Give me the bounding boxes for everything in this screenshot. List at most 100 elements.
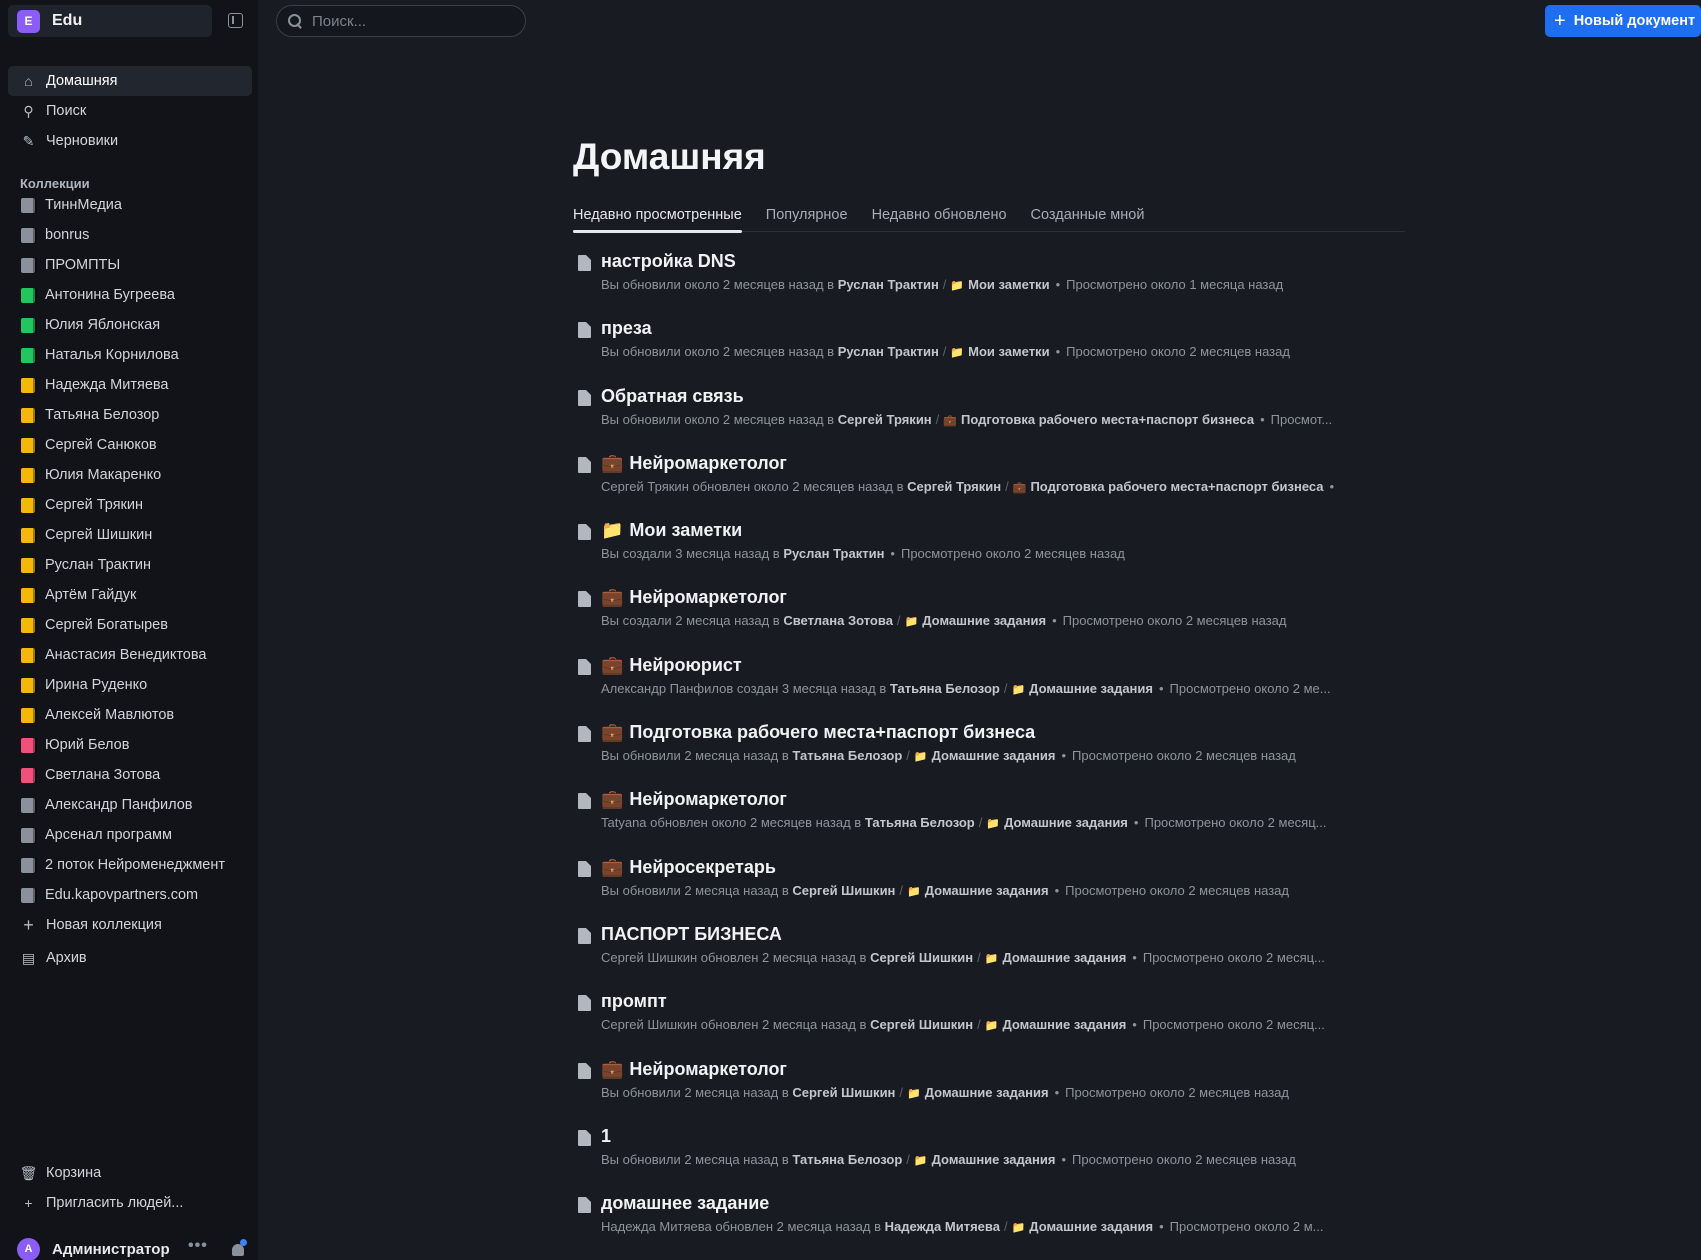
document-collection[interactable]: Сергей Шишкин [870,1017,973,1032]
sidebar-item-collection[interactable]: Артём Гайдук [8,580,252,610]
document-item[interactable]: 💼 Нейромаркетолог Tatyana обновлен около 2… [573,785,1413,852]
sidebar-item-collection[interactable]: ТиннМедиа [8,190,252,220]
sidebar-item-collection[interactable]: Светлана Зотова [8,760,252,790]
document-collection[interactable]: Сергей Трякин [907,479,1001,494]
document-folder[interactable]: Домашние задания [922,613,1046,628]
document-folder[interactable]: Домашние задания [1002,1017,1126,1032]
sidebar-toggle-icon[interactable] [228,13,243,28]
sidebar-item-collection[interactable]: Надежда Митяева [8,370,252,400]
user-profile[interactable]: A Администратор ••• [8,1234,252,1260]
sidebar-item-search[interactable]: ⚲ Поиск [8,96,252,126]
sidebar-item-archive[interactable]: ▤ Архив [8,943,252,973]
document-item[interactable]: 💼 Нейромаркетолог Сергей Трякин обновлен о… [573,449,1413,516]
sidebar-item-trash[interactable]: 🗑 Корзина [8,1158,252,1188]
document-folder[interactable]: Подготовка рабочего места+паспорт бизнес… [961,412,1254,427]
document-collection[interactable]: Татьяна Белозор [865,815,975,830]
sidebar-item-collection[interactable]: Алексей Мавлютов [8,700,252,730]
document-title[interactable]: 💼 Нейросекретарь [601,857,776,878]
document-collection[interactable]: Надежда Митяева [885,1219,1000,1234]
sidebar-item-collection[interactable]: Юлия Макаренко [8,460,252,490]
document-collection[interactable]: Сергей Шишкин [870,950,973,965]
tab-1[interactable]: Популярное [766,204,848,232]
document-collection[interactable]: Светлана Зотова [783,613,893,628]
search-input[interactable] [312,12,502,30]
document-item[interactable]: 💼 Подготовка рабочего места+паспорт бизне… [573,718,1413,785]
document-item[interactable]: преза Вы обновили около 2 месяцев назад в… [573,314,1413,381]
sidebar-item-collection[interactable]: Арсенал программ [8,820,252,850]
tab-3[interactable]: Созданные мной [1031,204,1145,232]
sidebar-item-collection[interactable]: Анастасия Венедиктова [8,640,252,670]
document-item[interactable]: домашнее задание Надежда Митяева обновлен… [573,1189,1413,1256]
sidebar-item-edit[interactable]: ✎ Черновики [8,126,252,156]
sidebar-item-home[interactable]: ⌂ Домашняя [8,66,252,96]
team-switcher[interactable]: E Edu [8,5,212,37]
sidebar-item-collection[interactable]: Сергей Богатырев [8,610,252,640]
document-folder[interactable]: Подготовка рабочего места+паспорт бизнес… [1030,479,1323,494]
document-title[interactable]: преза [601,318,652,339]
sidebar-item-collection[interactable]: Юрий Белов [8,730,252,760]
document-item[interactable]: настройка DNS Вы обновили около 2 месяцев… [573,247,1413,314]
sidebar-item-collection[interactable]: Сергей Санюков [8,430,252,460]
document-folder[interactable]: Домашние задания [932,748,1056,763]
document-title[interactable]: промпт [601,991,667,1012]
document-title[interactable]: домашнее задание [601,1193,769,1214]
document-title[interactable]: 💼 Нейроюрист [601,655,742,676]
document-collection[interactable]: Татьяна Белозор [792,748,902,763]
document-title[interactable]: 💼 Подготовка рабочего места+паспорт бизне… [601,722,1035,743]
document-collection[interactable]: Руслан Трактин [783,546,884,561]
tab-0[interactable]: Недавно просмотренные [573,204,742,233]
document-folder[interactable]: Домашние задания [1004,815,1128,830]
sidebar-item-collection[interactable]: Ирина Руденко [8,670,252,700]
document-title[interactable]: 1 [601,1126,611,1147]
document-item[interactable]: 💼 Нейросекретарь Вы обновили 2 месяца наза… [573,853,1413,920]
document-title[interactable]: 💼 Нейромаркетолог [601,453,787,474]
document-folder[interactable]: Домашние задания [925,1085,1049,1100]
document-collection[interactable]: Сергей Трякин [838,412,932,427]
document-item[interactable]: 1 Вы обновили 2 месяца назад в Татьяна Бе… [573,1122,1413,1189]
document-collection[interactable]: Руслан Трактин [838,344,939,359]
document-title[interactable]: 💼 Нейромаркетолог [601,1059,787,1080]
document-collection[interactable]: Сергей Шишкин [792,883,895,898]
sidebar-item-collection[interactable]: 2 поток Нейроменеджмент [8,850,252,880]
sidebar-item-collection[interactable]: Сергей Трякин [8,490,252,520]
document-item[interactable]: 💼 Нейромаркетолог Вы обновили 2 месяца наз… [573,1055,1413,1122]
sidebar-item-collection[interactable]: Руслан Трактин [8,550,252,580]
tab-2[interactable]: Недавно обновлено [872,204,1007,232]
document-folder[interactable]: Мои заметки [968,344,1049,359]
document-item[interactable]: 💼 Нейромаркетолог Вы создали 2 месяца наза… [573,583,1413,650]
sidebar-item-collection[interactable]: Сергей Шишкин [8,520,252,550]
document-title[interactable]: ПАСПОРТ БИЗНЕСА [601,924,782,945]
document-title[interactable]: Обратная связь [601,386,744,407]
document-item[interactable]: 📁 Мои заметки Вы создали 3 месяца назад в … [573,516,1413,583]
new-document-button[interactable]: + Новый документ [1545,5,1701,37]
sidebar-item-collection[interactable]: Татьяна Белозор [8,400,252,430]
document-folder[interactable]: Домашние задания [1002,950,1126,965]
document-collection[interactable]: Руслан Трактин [838,277,939,292]
document-folder[interactable]: Домашние задания [932,1152,1056,1167]
document-folder[interactable]: Домашние задания [1029,1219,1153,1234]
sidebar-item-collection[interactable]: Александр Панфилов [8,790,252,820]
search-box[interactable] [276,5,526,37]
document-collection[interactable]: Татьяна Белозор [792,1152,902,1167]
document-folder[interactable]: Мои заметки [968,277,1049,292]
sidebar-item-collection[interactable]: ПРОМПТЫ [8,250,252,280]
document-title[interactable]: 📁 Мои заметки [601,520,742,541]
document-title[interactable]: 💼 Нейромаркетолог [601,789,787,810]
sidebar-item-new-collection[interactable]: + Новая коллекция [8,910,252,940]
document-item[interactable]: ПАСПОРТ БИЗНЕСА Сергей Шишкин обновлен 2 … [573,920,1413,987]
more-icon[interactable]: ••• [188,1237,208,1255]
document-item[interactable]: Обратная связь Вы обновили около 2 месяце… [573,382,1413,449]
sidebar-item-collection[interactable]: Антонина Бугреева [8,280,252,310]
document-item[interactable]: 💼 Нейроюрист Александр Панфилов создан 3 м… [573,651,1413,718]
document-title[interactable]: 💼 Нейромаркетолог [601,587,787,608]
sidebar-item-collection[interactable]: Edu.kapovpartners.com [8,880,252,910]
document-collection[interactable]: Татьяна Белозор [890,681,1000,696]
document-title[interactable]: настройка DNS [601,251,736,272]
document-folder[interactable]: Домашние задания [925,883,1049,898]
sidebar-item-collection[interactable]: bonrus [8,220,252,250]
document-collection[interactable]: Сергей Шишкин [792,1085,895,1100]
document-folder[interactable]: Домашние задания [1029,681,1153,696]
document-item[interactable]: промпт Сергей Шишкин обновлен 2 месяца на… [573,987,1413,1054]
sidebar-item-invite[interactable]: + Пригласить людей... [8,1188,252,1218]
sidebar-item-collection[interactable]: Юлия Яблонская [8,310,252,340]
